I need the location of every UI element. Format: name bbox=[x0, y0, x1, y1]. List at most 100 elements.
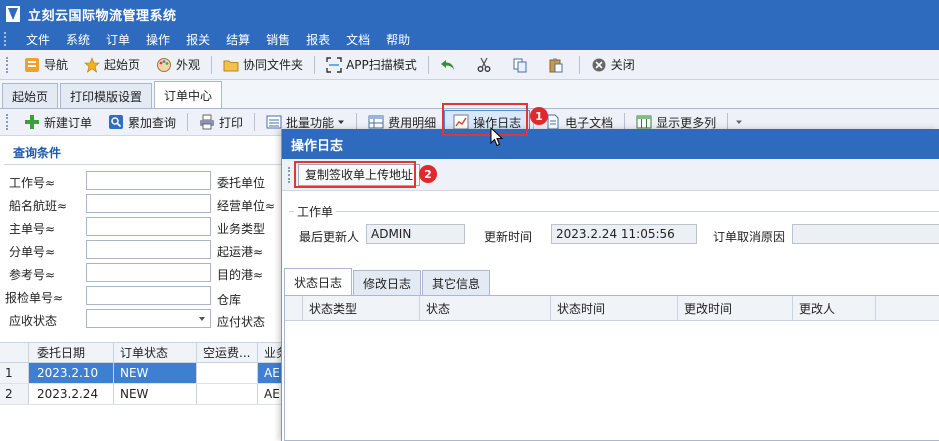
label-origin-port: 起运港≈ bbox=[217, 245, 264, 259]
cell-date[interactable]: 2023.2.10 bbox=[29, 363, 114, 383]
panel-divider bbox=[4, 164, 282, 165]
appearance-button[interactable]: 外观 bbox=[148, 53, 208, 77]
toolbar-grip bbox=[288, 166, 292, 183]
electronic-document-label: 电子文档 bbox=[565, 115, 614, 130]
scissors-icon bbox=[477, 57, 491, 72]
menu-customs[interactable]: 报关 bbox=[178, 31, 218, 48]
menu-settlement[interactable]: 结算 bbox=[218, 31, 258, 48]
dropdown-arrow-icon bbox=[338, 120, 345, 124]
menu-reports[interactable]: 报表 bbox=[298, 31, 338, 48]
menu-documents[interactable]: 文档 bbox=[338, 31, 378, 48]
col-header-status-time[interactable]: 状态时间 bbox=[551, 296, 678, 320]
menu-system[interactable]: 系统 bbox=[58, 31, 98, 48]
tab-status-log[interactable]: 状态日志 bbox=[284, 268, 353, 295]
toolbar-separator bbox=[578, 55, 580, 74]
nav-icon bbox=[25, 57, 39, 72]
cell-status[interactable]: NEW bbox=[114, 384, 197, 404]
cumulative-query-label: 累加查询 bbox=[128, 115, 177, 130]
label-client: 委托单位 bbox=[217, 176, 266, 190]
main-toolbar: 导航 起始页 外观 协同文件夹 APP扫描模式 关闭 bbox=[0, 50, 939, 80]
orders-grid: 委托日期 订单状态 空运费... 业务 1 2023.2.10 NEW AE 2… bbox=[0, 342, 282, 410]
app-scan-label: APP扫描模式 bbox=[346, 58, 417, 72]
folder-icon bbox=[223, 60, 239, 71]
cumulative-query-button[interactable]: 累加查询 bbox=[100, 110, 184, 134]
label-operating-unit: 经营单位≈ bbox=[217, 199, 276, 213]
vessel-flight-input[interactable] bbox=[86, 194, 211, 213]
app-logo-icon bbox=[6, 6, 20, 22]
col-header-business[interactable]: 业务 bbox=[258, 343, 282, 362]
copy-icon bbox=[513, 58, 527, 72]
home-button[interactable]: 起始页 bbox=[76, 53, 148, 77]
undo-button[interactable] bbox=[432, 53, 468, 77]
toolbar-grip bbox=[6, 56, 10, 73]
query-panel-title: 查询条件 bbox=[13, 146, 62, 160]
scan-icon bbox=[326, 56, 342, 73]
tab-modify-log[interactable]: 修改日志 bbox=[353, 270, 422, 295]
cell-business[interactable]: AE bbox=[258, 363, 282, 383]
plus-icon bbox=[25, 115, 39, 129]
receivable-status-select[interactable] bbox=[86, 309, 211, 328]
col-header-status-type[interactable]: 状态类型 bbox=[303, 296, 420, 320]
home-label: 起始页 bbox=[104, 58, 141, 72]
new-order-button[interactable]: 新建订单 bbox=[16, 110, 100, 134]
toolbar-separator bbox=[427, 55, 429, 74]
table-row[interactable]: 2 2023.2.24 NEW AE bbox=[0, 384, 282, 405]
menu-order[interactable]: 订单 bbox=[98, 31, 138, 48]
table-icon bbox=[368, 115, 384, 129]
col-header-state[interactable]: 状态 bbox=[420, 296, 551, 320]
collab-folder-button[interactable]: 协同文件夹 bbox=[215, 53, 311, 77]
reference-no-input[interactable] bbox=[86, 263, 211, 282]
paste-button[interactable] bbox=[540, 53, 576, 77]
cell-date[interactable]: 2023.2.24 bbox=[29, 384, 114, 404]
col-header-changed-by[interactable]: 更改人 bbox=[793, 296, 876, 320]
label-warehouse: 仓库 bbox=[217, 293, 242, 307]
col-header-change-time[interactable]: 更改时间 bbox=[678, 296, 793, 320]
query-panel: 查询条件 工作号≈ 船名航班≈ 主单号≈ 分单号≈ 参考号≈ 报检单号≈ 应收状… bbox=[0, 136, 282, 441]
app-scan-button[interactable]: APP扫描模式 bbox=[318, 53, 425, 77]
copy-button[interactable] bbox=[504, 53, 540, 77]
row-number: 1 bbox=[0, 363, 29, 383]
list-icon bbox=[266, 115, 282, 129]
label-master-no: 主单号≈ bbox=[9, 222, 56, 236]
menu-bar: 文件 系统 订单 操作 报关 结算 销售 报表 文档 帮助 bbox=[0, 28, 939, 50]
close-label: 关闭 bbox=[610, 58, 635, 72]
table-row[interactable]: 1 2023.2.10 NEW AE bbox=[0, 363, 282, 384]
new-order-label: 新建订单 bbox=[44, 115, 93, 130]
master-no-input[interactable] bbox=[86, 217, 211, 236]
cut-button[interactable] bbox=[468, 53, 504, 77]
tab-other-info[interactable]: 其它信息 bbox=[422, 270, 491, 295]
close-circle-icon bbox=[592, 58, 606, 71]
cell-air-freight[interactable] bbox=[197, 384, 258, 404]
menu-sales[interactable]: 销售 bbox=[258, 31, 298, 48]
columns-icon bbox=[636, 115, 652, 129]
print-label: 打印 bbox=[219, 115, 244, 130]
cell-air-freight[interactable] bbox=[197, 363, 258, 383]
menu-help[interactable]: 帮助 bbox=[378, 31, 418, 48]
col-header-status[interactable]: 订单状态 bbox=[114, 343, 197, 362]
col-header-air-freight[interactable]: 空运费... bbox=[197, 343, 258, 362]
inspection-no-input[interactable] bbox=[86, 286, 211, 305]
last-updater-field: ADMIN bbox=[366, 224, 465, 244]
menu-file[interactable]: 文件 bbox=[18, 31, 58, 48]
search-icon bbox=[109, 115, 124, 129]
label-destination-port: 目的港≈ bbox=[217, 268, 264, 282]
tab-start-page[interactable]: 起始页 bbox=[2, 83, 59, 108]
batch-function-label: 批量功能 bbox=[286, 115, 335, 130]
print-button[interactable]: 打印 bbox=[191, 110, 251, 134]
nav-button[interactable]: 导航 bbox=[16, 53, 76, 77]
close-button[interactable]: 关闭 bbox=[583, 53, 643, 77]
menu-operation[interactable]: 操作 bbox=[138, 31, 178, 48]
tab-order-center[interactable]: 订单中心 bbox=[154, 81, 223, 108]
tab-print-template[interactable]: 打印模版设置 bbox=[60, 83, 153, 108]
cell-business[interactable]: AE bbox=[258, 384, 282, 404]
undo-icon bbox=[440, 59, 454, 70]
menu-grip bbox=[4, 32, 10, 46]
work-order-group: 工作单 最后更新人 ADMIN 更新时间 2023.2.24 11:05:56 … bbox=[289, 203, 939, 261]
house-no-input[interactable] bbox=[86, 240, 211, 259]
job-no-input[interactable] bbox=[86, 171, 211, 190]
highlight-box-copy-button bbox=[294, 161, 416, 188]
cell-status[interactable]: NEW bbox=[114, 363, 197, 383]
grid-corner bbox=[285, 296, 303, 320]
col-header-date[interactable]: 委托日期 bbox=[29, 343, 114, 362]
status-log-header: 状态类型 状态 状态时间 更改时间 更改人 bbox=[285, 296, 939, 321]
